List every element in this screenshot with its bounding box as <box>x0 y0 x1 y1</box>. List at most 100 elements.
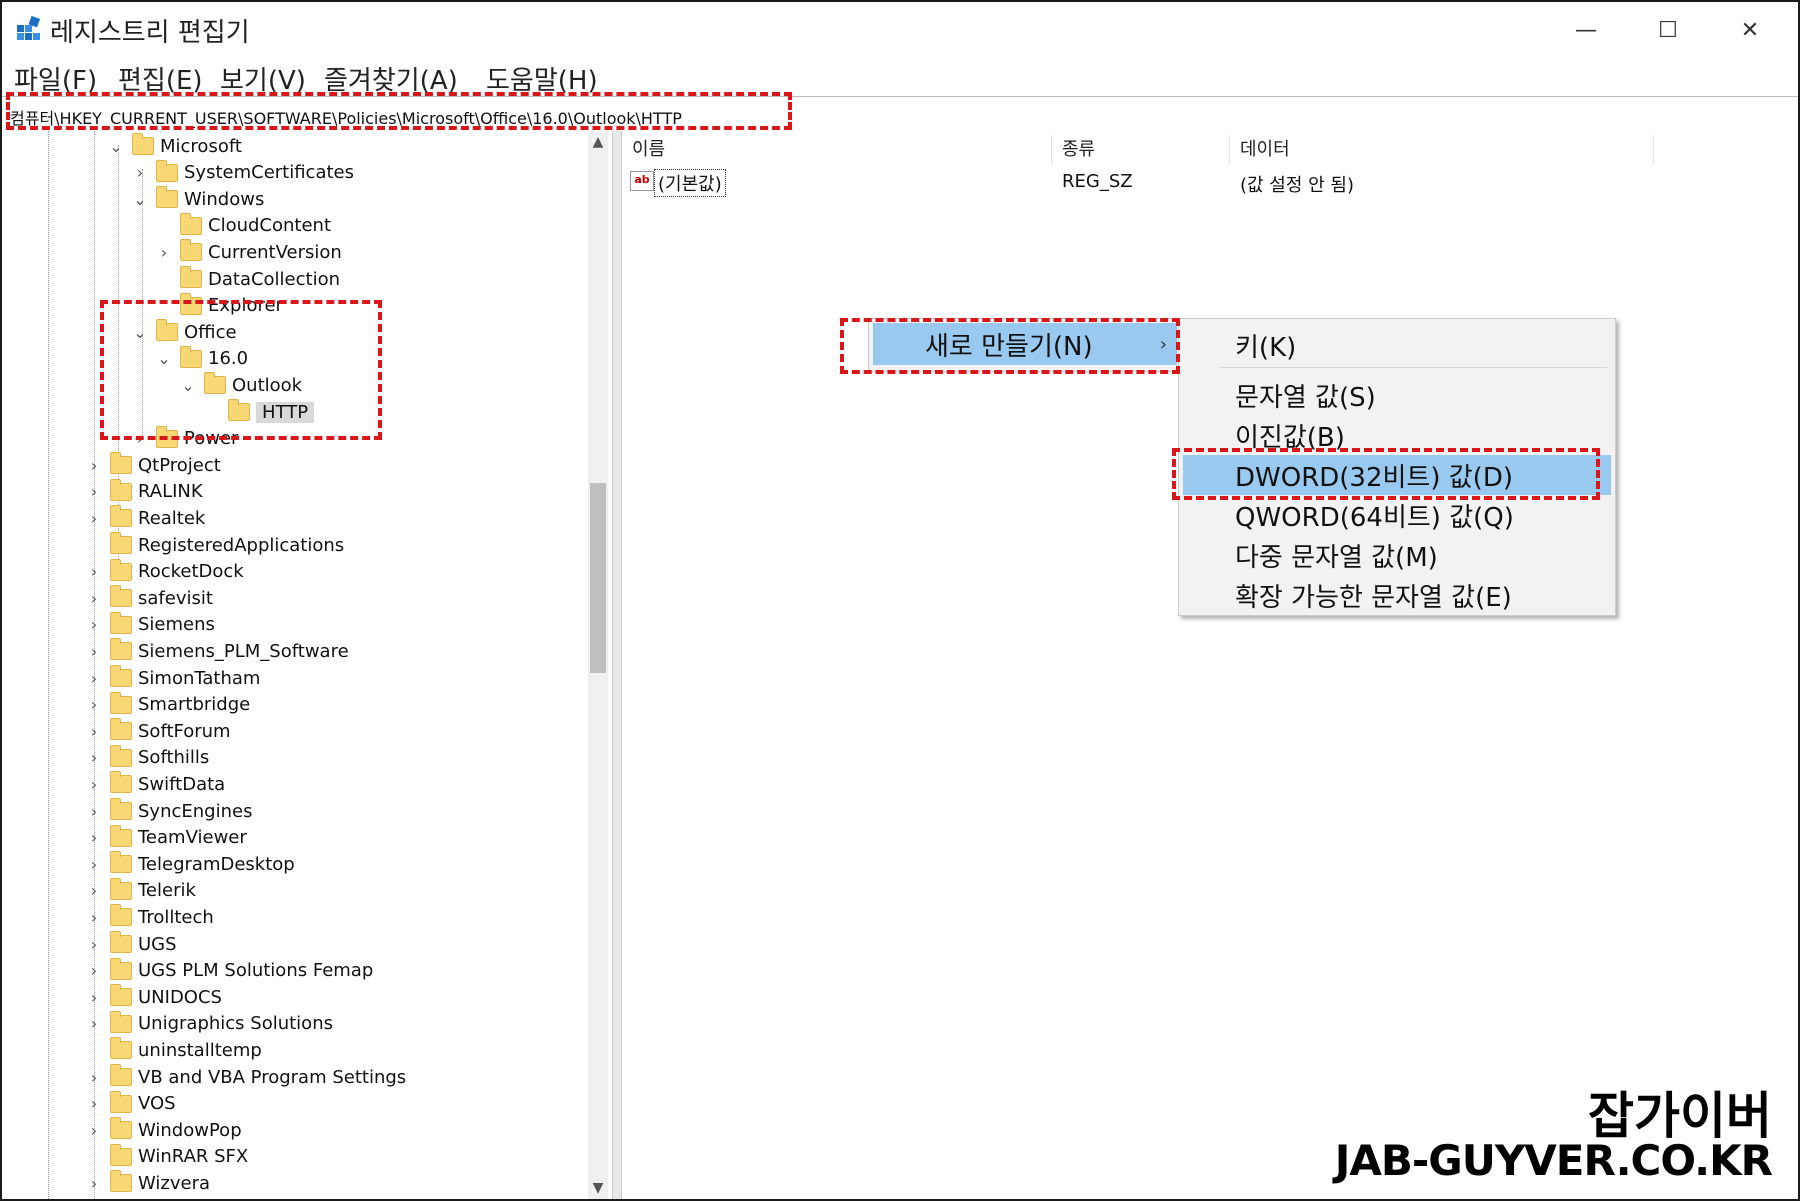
chevron-right-icon[interactable]: › <box>84 455 104 475</box>
value-list[interactable]: 이름 종류 데이터 ab (기본값) REG_SZ (값 설정 안 됨) <box>622 131 1798 1199</box>
submenu-qword-value[interactable]: QWORD(64비트) 값(Q) <box>1183 495 1611 535</box>
submenu-item-label: 확장 가능한 문자열 값(E) <box>1235 582 1512 613</box>
folder-icon <box>110 478 132 501</box>
tree-node[interactable]: › safevisit <box>84 585 213 611</box>
tree-node[interactable]: › TeamViewer <box>84 824 247 851</box>
tree-node[interactable]: › SimonTatham <box>84 665 260 691</box>
scroll-thumb[interactable] <box>590 483 606 673</box>
tree-node[interactable]: › Siemens_PLM_Software <box>84 638 349 664</box>
chevron-right-icon[interactable]: › <box>84 881 104 901</box>
tree-node[interactable]: WinRAR SFX <box>84 1143 248 1170</box>
tree-node[interactable]: › UGS PLM Solutions Femap <box>84 957 374 984</box>
chevron-right-icon[interactable]: › <box>84 774 104 794</box>
chevron-right-icon[interactable]: › <box>84 1014 104 1034</box>
close-button[interactable]: ✕ <box>1720 8 1780 52</box>
chevron-right-icon[interactable]: › <box>84 934 104 954</box>
chevron-down-icon[interactable]: ⌄ <box>106 136 126 156</box>
tree-node[interactable]: › RALINK <box>84 478 203 505</box>
tree-node[interactable]: › Telerik <box>84 877 196 904</box>
tree-node[interactable]: › UGS <box>84 931 177 957</box>
tree-node[interactable]: ⌄ Windows <box>130 186 264 212</box>
folder-icon <box>180 239 202 262</box>
chevron-right-icon[interactable]: › <box>84 562 104 582</box>
tree-node[interactable]: › Siemens <box>84 611 215 638</box>
submenu-expandable-string-value[interactable]: 확장 가능한 문자열 값(E) <box>1183 575 1611 615</box>
tree-node[interactable]: › VOS <box>84 1090 176 1117</box>
chevron-right-icon[interactable]: › <box>84 508 104 528</box>
tree-node[interactable]: CloudContent <box>154 212 331 239</box>
folder-icon <box>180 212 202 235</box>
chevron-right-icon[interactable]: › <box>84 641 104 661</box>
tree-node[interactable]: › Realtek <box>84 505 205 531</box>
tree-scrollbar[interactable]: ▲ ▼ <box>588 131 608 1199</box>
chevron-right-icon[interactable]: › <box>84 801 104 821</box>
minimize-button[interactable]: — <box>1556 8 1616 52</box>
folder-icon <box>110 638 132 661</box>
tree-node-label: SyncEngines <box>138 800 253 822</box>
tree-node[interactable]: uninstalltemp <box>84 1037 262 1063</box>
tree-node[interactable]: › Softhills <box>84 744 209 771</box>
tree-node[interactable]: › VB and VBA Program Settings <box>84 1064 406 1090</box>
window-title: 레지스트리 편집기 <box>50 18 250 48</box>
tree-node[interactable]: › SystemCertificates <box>130 159 354 186</box>
tree-node[interactable]: › SyncEngines <box>84 798 252 824</box>
folder-icon <box>110 1064 132 1086</box>
pane-splitter[interactable] <box>612 131 622 1199</box>
column-header-data[interactable]: 데이터 <box>1230 135 1654 163</box>
scroll-down-icon[interactable]: ▼ <box>588 1177 608 1199</box>
chevron-down-icon[interactable]: ⌄ <box>130 189 150 209</box>
column-header-name[interactable]: 이름 <box>622 135 1052 163</box>
tree-node[interactable]: › WindowPop <box>84 1117 242 1143</box>
submenu-key[interactable]: 키(K) <box>1183 325 1611 365</box>
tree-node[interactable]: › Smartbridge <box>84 691 250 718</box>
tree-node[interactable]: › Trolltech <box>84 904 214 930</box>
folder-icon <box>110 931 132 953</box>
maximize-button[interactable]: ☐ <box>1638 8 1698 52</box>
annotation-tree-path <box>100 300 382 440</box>
tree-node[interactable]: › UNIDOCS <box>84 984 222 1010</box>
chevron-right-icon[interactable]: › <box>84 961 104 981</box>
chevron-right-icon[interactable]: › <box>84 748 104 768</box>
folder-icon <box>156 159 178 182</box>
folder-icon <box>110 505 132 528</box>
chevron-right-icon[interactable]: › <box>84 907 104 927</box>
tree-node[interactable]: › Unigraphics Solutions <box>84 1010 333 1037</box>
chevron-right-icon[interactable]: › <box>84 987 104 1007</box>
tree-node[interactable]: › QtProject <box>84 452 221 478</box>
tree-node-label: UGS PLM Solutions Femap <box>138 960 374 982</box>
tree-node[interactable]: › TelegramDesktop <box>84 851 295 877</box>
chevron-right-icon[interactable]: › <box>84 588 104 608</box>
chevron-right-icon[interactable]: › <box>84 828 104 848</box>
chevron-right-icon[interactable]: › <box>84 1120 104 1140</box>
key-tree[interactable]: ⌄ Microsoft › SystemCertificates ⌄ Windows Clo… <box>2 131 612 1199</box>
chevron-right-icon[interactable]: › <box>84 1067 104 1087</box>
folder-icon <box>110 585 132 608</box>
chevron-right-icon[interactable]: › <box>84 721 104 741</box>
chevron-right-icon[interactable]: › <box>84 668 104 688</box>
value-row[interactable]: ab (기본값) REG_SZ (값 설정 안 됨) <box>622 167 1798 197</box>
chevron-right-icon[interactable]: › <box>154 242 174 262</box>
chevron-right-icon[interactable]: › <box>130 163 150 183</box>
chevron-right-icon[interactable]: › <box>84 854 104 874</box>
scroll-up-icon[interactable]: ▲ <box>588 131 608 153</box>
chevron-right-icon[interactable]: › <box>84 695 104 715</box>
tree-node[interactable]: RegisteredApplications <box>84 532 344 558</box>
tree-node[interactable]: DataCollection <box>154 266 340 292</box>
tree-node-label: Microsoft <box>160 135 242 157</box>
tree-node[interactable]: ⌄ Microsoft <box>106 133 242 159</box>
title-bar: 레지스트리 편집기 — ☐ ✕ <box>2 2 1798 58</box>
tree-node[interactable]: › RocketDock <box>84 558 244 585</box>
submenu-string-value[interactable]: 문자열 값(S) <box>1183 375 1611 415</box>
submenu-multi-string-value[interactable]: 다중 문자열 값(M) <box>1183 535 1611 575</box>
folder-icon <box>110 1010 132 1033</box>
tree-node[interactable]: › SwiftData <box>84 771 225 797</box>
tree-node[interactable]: › Wizvera <box>84 1170 210 1196</box>
chevron-right-icon[interactable]: › <box>84 615 104 635</box>
chevron-right-icon[interactable]: › <box>84 1173 104 1193</box>
tree-node[interactable]: › SoftForum <box>84 718 231 744</box>
tree-node-label: RegisteredApplications <box>138 534 345 556</box>
tree-node[interactable]: › CurrentVersion <box>154 239 342 265</box>
chevron-right-icon[interactable]: › <box>84 482 104 502</box>
chevron-right-icon[interactable]: › <box>84 1094 104 1114</box>
column-header-type[interactable]: 종류 <box>1052 135 1230 163</box>
